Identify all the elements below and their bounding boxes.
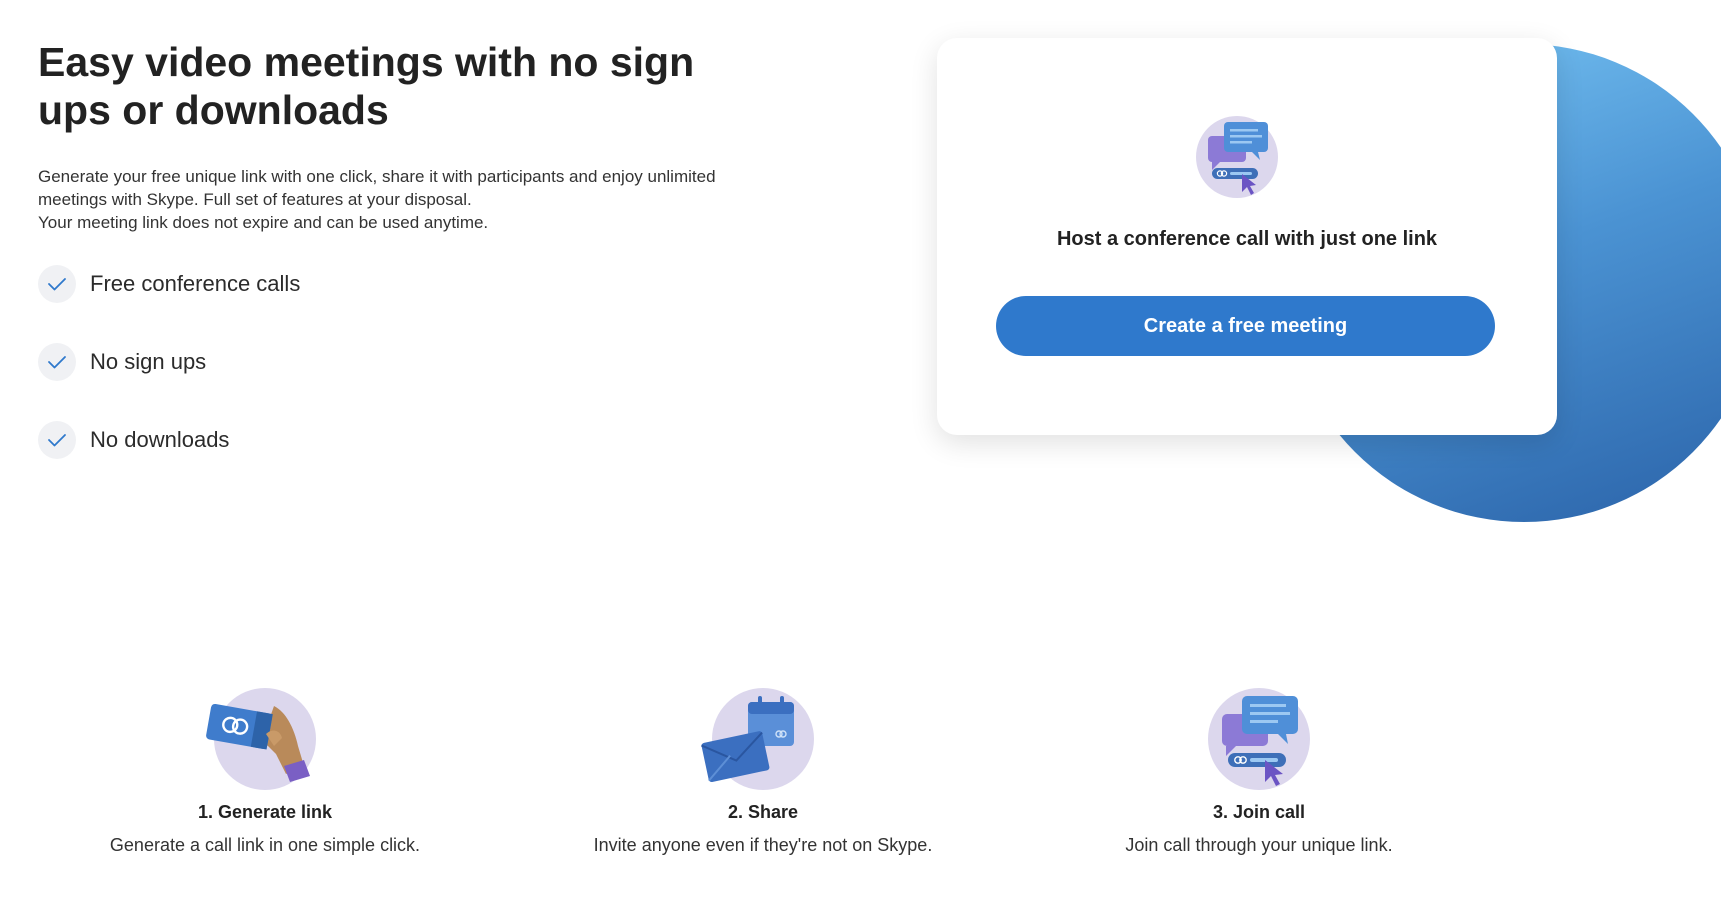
create-meeting-card: Host a conference call with just one lin… <box>937 38 1557 435</box>
step-share: 2. Share Invite anyone even if they're n… <box>553 688 973 856</box>
check-icon <box>38 265 76 303</box>
step-title: 1. Generate link <box>197 802 333 822</box>
page-title: Easy video meetings with no sign ups or … <box>38 39 695 133</box>
feature-item: Free conference calls <box>38 264 300 304</box>
step-description: Invite anyone even if they're not on Sky… <box>593 835 933 855</box>
hero-description-line: Generate your free unique link with one … <box>38 167 716 186</box>
chat-link-icon <box>1208 688 1310 790</box>
hero-description: Generate your free unique link with one … <box>38 165 758 234</box>
feature-item: No downloads <box>38 420 300 460</box>
hero-description-line: meetings with Skype. Full set of feature… <box>38 190 472 209</box>
hand-link-icon <box>206 688 316 790</box>
feature-label: No sign ups <box>90 349 207 374</box>
feature-label: No downloads <box>90 427 230 452</box>
feature-item: No sign ups <box>38 342 300 382</box>
feature-label: Free conference calls <box>90 271 301 296</box>
hero-description-line: Your meeting link does not expire and ca… <box>38 213 489 232</box>
feature-list: Free conference calls No sign ups No dow… <box>38 264 300 498</box>
chat-link-icon <box>1196 116 1278 198</box>
check-icon <box>38 343 76 381</box>
envelope-calendar-icon <box>701 688 814 790</box>
check-icon <box>38 421 76 459</box>
step-description: Join call through your unique link. <box>1125 835 1393 855</box>
step-title: 2. Share <box>727 802 799 822</box>
card-heading: Host a conference call with just one lin… <box>1056 228 1438 250</box>
step-generate-link: 1. Generate link Generate a call link in… <box>55 688 475 856</box>
create-free-meeting-button[interactable]: Create a free meeting <box>996 296 1495 356</box>
step-join-call: 3. Join call Join call through your uniq… <box>1049 688 1469 856</box>
step-description: Generate a call link in one simple click… <box>109 835 421 855</box>
page: Easy video meetings with no sign ups or … <box>0 0 1721 900</box>
step-title: 3. Join call <box>1212 802 1306 822</box>
